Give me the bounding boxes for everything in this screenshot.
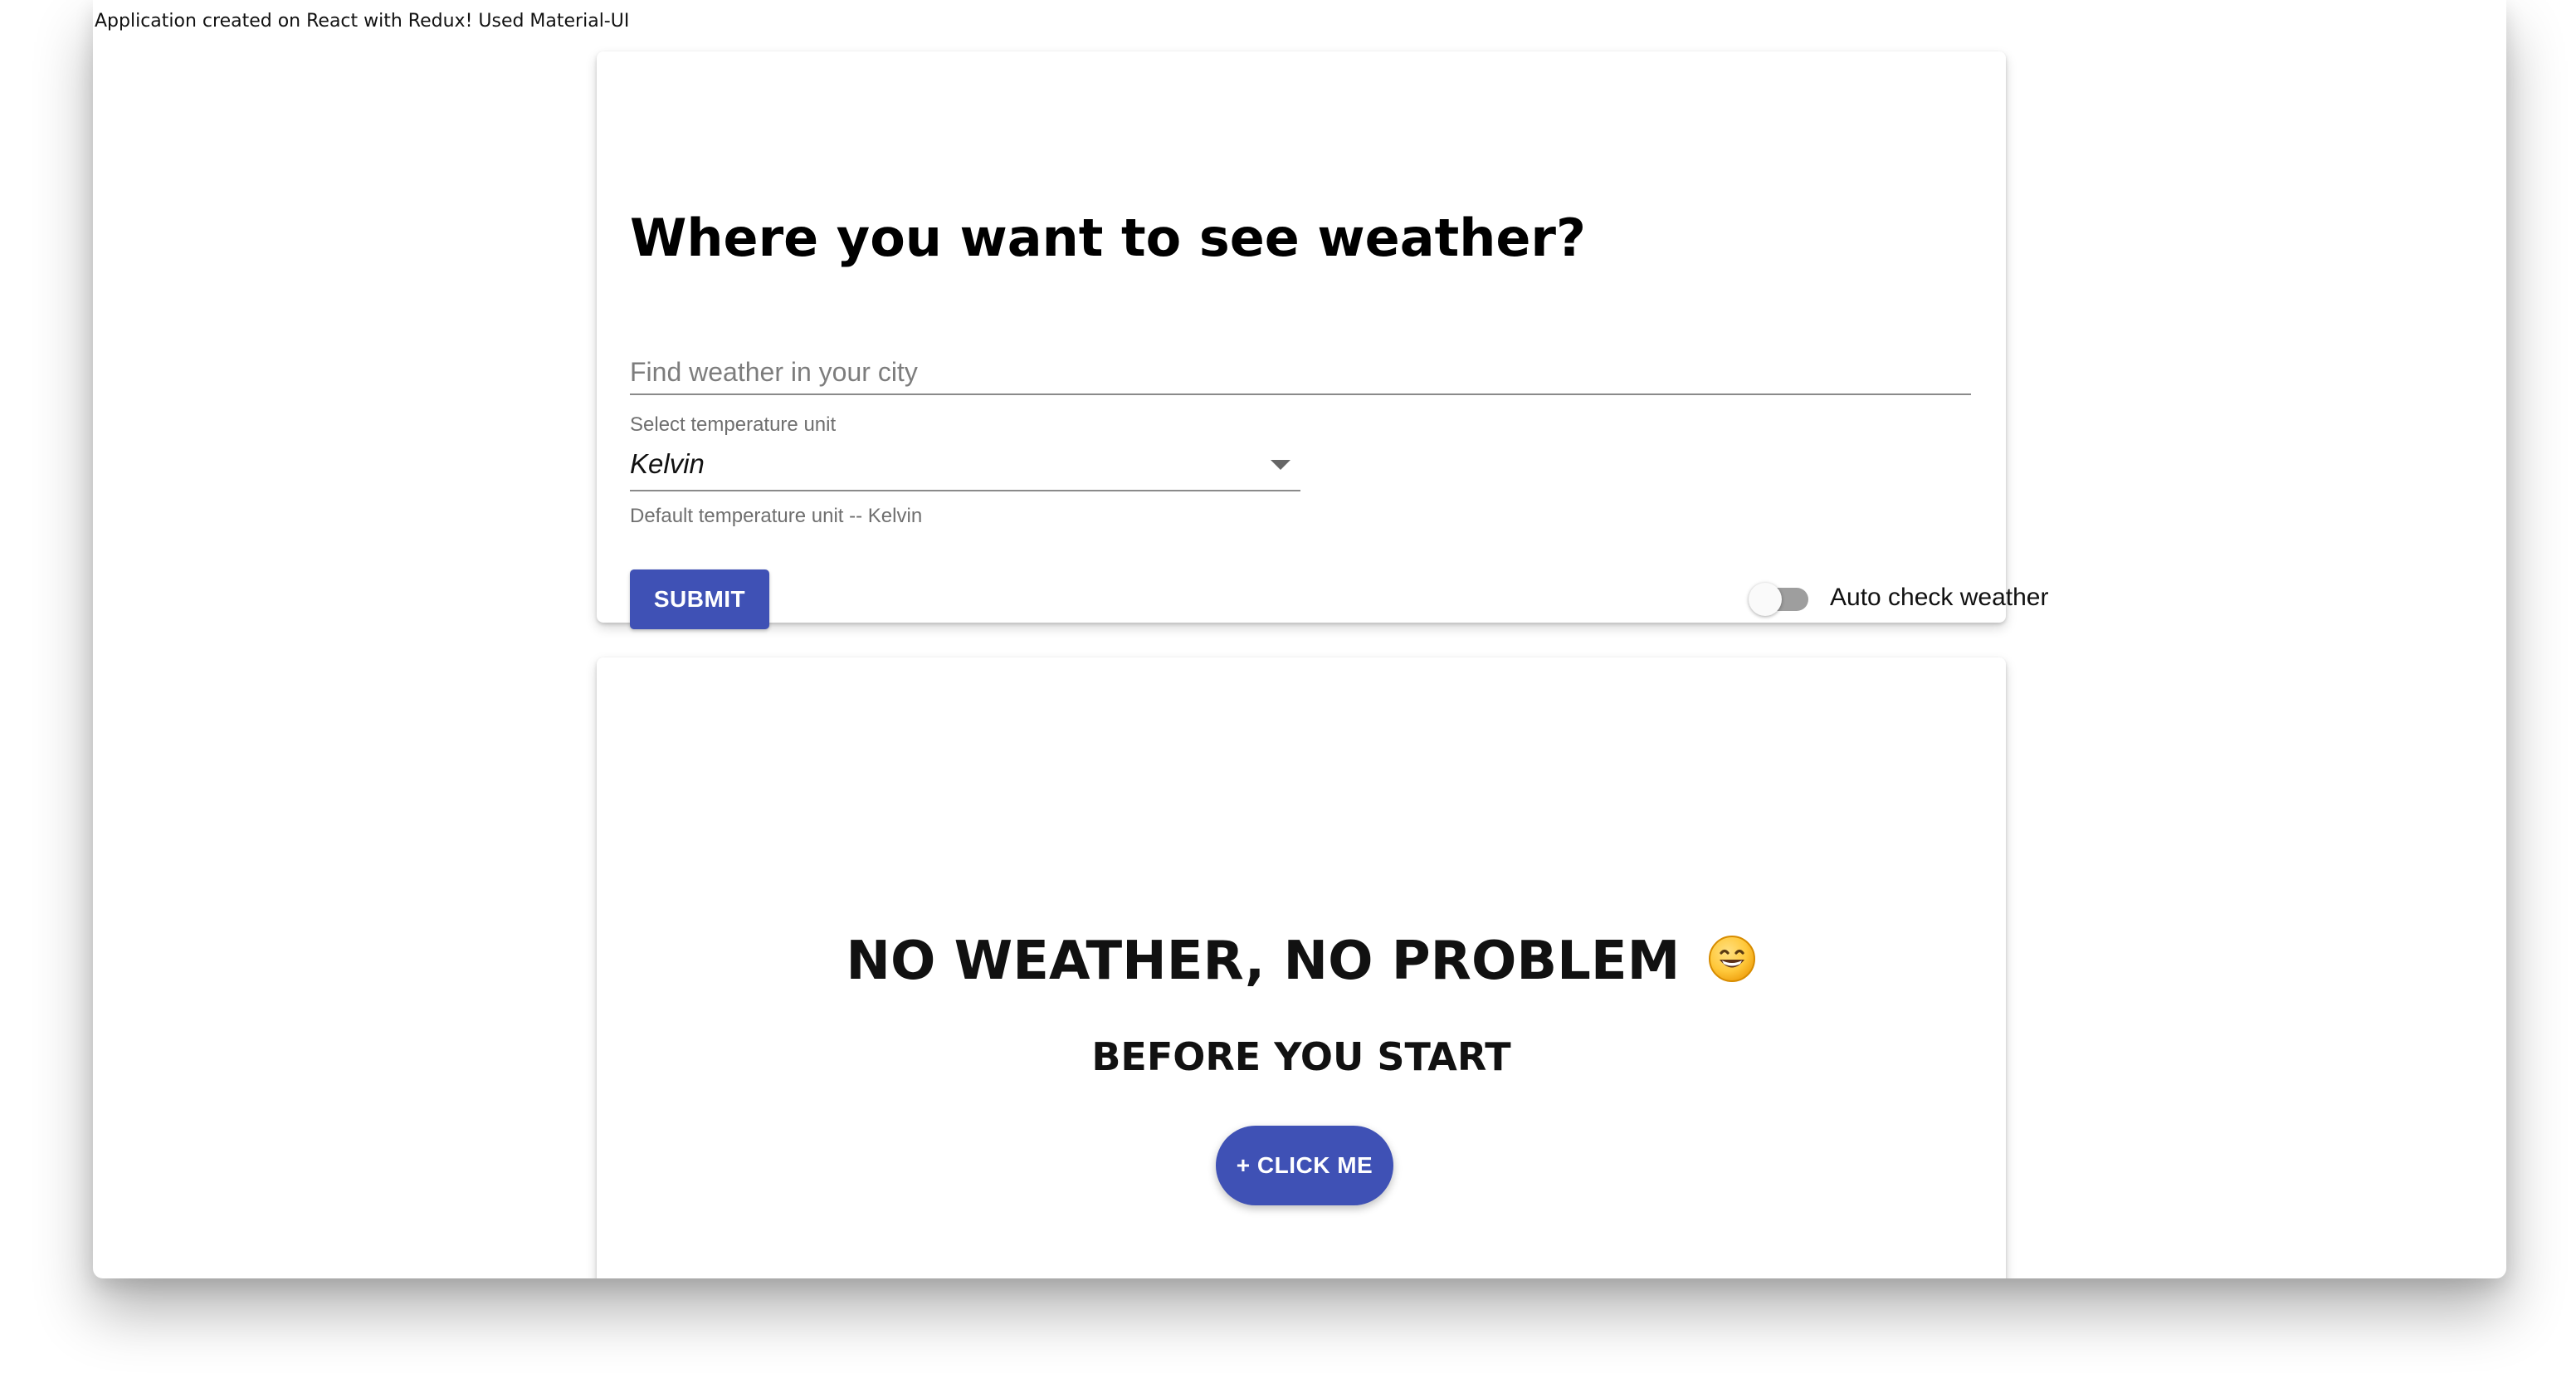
empty-weather-card: NO WEATHER, NO PROBLEM BEFORE YOU START … <box>597 657 2006 1278</box>
city-search-input[interactable] <box>630 350 1971 395</box>
click-me-button[interactable]: + CLICK ME <box>1216 1126 1393 1205</box>
empty-state-title-text: NO WEATHER, NO PROBLEM <box>846 931 1681 993</box>
toggle-thumb <box>1749 583 1782 616</box>
temperature-unit-label: Select temperature unit <box>630 413 837 436</box>
weather-search-card: Where you want to see weather? Select te… <box>597 51 2048 629</box>
auto-check-weather-label: Auto check weather <box>1830 584 2049 611</box>
temperature-unit-value: Kelvin <box>630 448 705 479</box>
submit-button[interactable]: SUBMIT <box>630 569 769 629</box>
search-title: Where you want to see weather? <box>630 207 1586 268</box>
temperature-unit-select[interactable]: Kelvin <box>630 443 1300 491</box>
grinning-face-icon <box>1707 934 1757 984</box>
app-credit-text: Application created on React with Redux!… <box>95 11 630 32</box>
empty-state-subtitle: BEFORE YOU START <box>1091 1034 1511 1079</box>
empty-state-title: NO WEATHER, NO PROBLEM <box>597 934 2006 988</box>
auto-check-weather-toggle[interactable]: Auto check weather <box>1749 579 2049 621</box>
temperature-unit-helper-text: Default temperature unit -- Kelvin <box>630 505 923 527</box>
caret-down-icon <box>1271 460 1290 470</box>
app-window: Application created on React with Redux!… <box>93 0 2506 1278</box>
